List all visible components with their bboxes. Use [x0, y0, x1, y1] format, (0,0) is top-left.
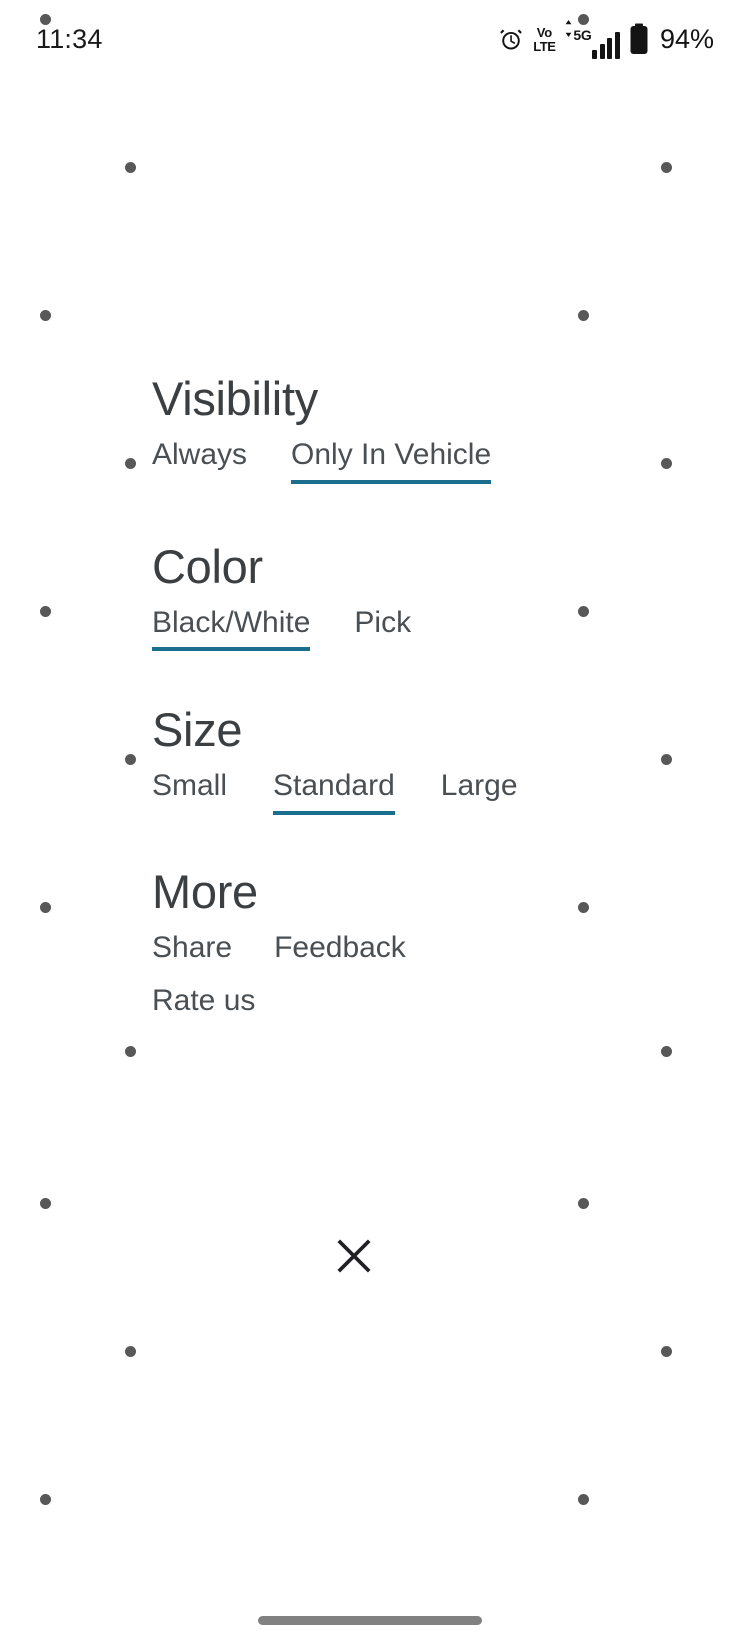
overlay-dot: [661, 1046, 672, 1057]
overlay-dot: [125, 458, 136, 469]
status-icons: Vo LTE 5G 94%: [498, 19, 714, 59]
gesture-home-bar[interactable]: [258, 1616, 482, 1625]
overlay-dot: [578, 1198, 589, 1209]
overlay-dot: [125, 1046, 136, 1057]
overlay-dot: [578, 1494, 589, 1505]
section-color: Color Black/White Pick: [152, 540, 712, 652]
overlay-dot: [40, 902, 51, 913]
overlay-dot: [40, 606, 51, 617]
section-title-visibility: Visibility: [152, 372, 318, 425]
option-color-black-white[interactable]: Black/White: [152, 600, 311, 652]
battery-icon: [629, 23, 649, 55]
overlay-dot: [40, 1494, 51, 1505]
option-visibility-always[interactable]: Always: [152, 432, 247, 484]
phone-screen: 11:34 Vo LTE 5G 94% Visibility Always On…: [0, 0, 740, 1647]
option-size-large[interactable]: Large: [441, 763, 518, 815]
option-more-feedback[interactable]: Feedback: [274, 925, 406, 977]
section-size: Size Small Standard Large: [152, 703, 712, 815]
options-size: Small Standard Large: [152, 763, 592, 815]
overlay-dot: [40, 310, 51, 321]
overlay-dot: [125, 754, 136, 765]
status-bar: 11:34 Vo LTE 5G 94%: [0, 0, 740, 78]
network-5g-icon: 5G: [564, 19, 620, 59]
section-title-more: More: [152, 864, 258, 918]
status-clock: 11:34: [36, 23, 103, 54]
option-color-pick[interactable]: Pick: [354, 600, 411, 652]
section-visibility: Visibility Always Only In Vehicle: [152, 372, 712, 484]
volte-line1: Vo: [536, 24, 552, 40]
network-type-label: 5G: [573, 26, 592, 43]
overlay-dot: [578, 310, 589, 321]
options-visibility: Always Only In Vehicle: [152, 432, 612, 484]
alarm-icon: [498, 26, 524, 52]
overlay-dot: [125, 1346, 136, 1357]
settings-menu-panel: Visibility Always Only In Vehicle Color …: [152, 372, 712, 1030]
close-icon: [332, 1234, 376, 1278]
option-more-rate-us[interactable]: Rate us: [152, 978, 255, 1030]
option-visibility-only-in-vehicle[interactable]: Only In Vehicle: [291, 432, 492, 484]
data-transfer-arrows-icon: [564, 19, 573, 37]
section-title-color: Color: [152, 539, 263, 593]
section-title-size: Size: [152, 703, 243, 757]
volte-line2: LTE: [533, 38, 556, 54]
overlay-dot: [40, 1198, 51, 1209]
signal-bars-icon: [592, 31, 620, 59]
option-size-small[interactable]: Small: [152, 763, 227, 815]
option-more-share[interactable]: Share: [152, 925, 232, 977]
overlay-dot: [661, 162, 672, 173]
section-more: More Share Feedback Rate us: [152, 865, 712, 1030]
options-more: Share Feedback Rate us: [152, 925, 462, 1030]
option-size-standard[interactable]: Standard: [273, 763, 395, 815]
overlay-dot: [125, 162, 136, 173]
close-button[interactable]: [326, 1228, 382, 1284]
overlay-dot: [661, 1346, 672, 1357]
battery-percent-label: 94%: [659, 23, 714, 54]
volte-icon: Vo LTE: [533, 24, 556, 54]
options-color: Black/White Pick: [152, 600, 552, 652]
